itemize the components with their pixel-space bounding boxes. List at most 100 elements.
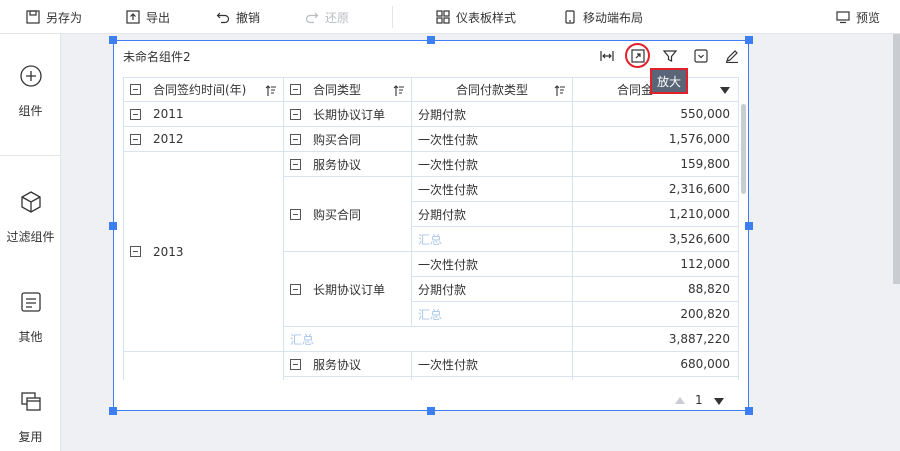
resize-handle[interactable] (745, 222, 753, 230)
payment-cell: 分期付款 (412, 202, 573, 227)
row-header-year[interactable]: 2013 (123, 152, 284, 352)
row-header-type (284, 377, 412, 380)
column-header-label: 合同金 (617, 83, 654, 97)
amount-cell: 3,887,220 (573, 327, 739, 352)
sidebar-item-reuse[interactable]: 复用 (0, 390, 61, 445)
mobile-layout-button[interactable]: 移动端布局 (563, 0, 643, 34)
sort-icon[interactable] (393, 85, 405, 97)
row-header-type[interactable]: 购买合同 (284, 127, 412, 152)
dashboard-style-button[interactable]: 仪表板样式 (436, 0, 516, 34)
fit-width-icon[interactable] (598, 47, 616, 65)
resize-handle[interactable] (427, 36, 435, 44)
filter-icon[interactable] (661, 47, 679, 65)
resize-handle[interactable] (745, 407, 753, 415)
row-header-year[interactable]: 2012 (123, 127, 284, 152)
caret-down-icon[interactable] (720, 87, 730, 95)
column-header-label: 合同类型 (313, 83, 362, 97)
type-label: 长期协议订单 (313, 282, 386, 297)
redo-label: 还原 (325, 10, 350, 25)
amount-cell: 3,526,600 (573, 227, 739, 252)
row-header-year[interactable]: 2011 (123, 102, 284, 127)
payment-cell: 分期付款 (412, 102, 573, 127)
export-label: 导出 (146, 10, 171, 25)
resize-handle[interactable] (427, 407, 435, 415)
page-up-icon[interactable] (675, 397, 685, 404)
sidebar-item-filter-components[interactable]: 过滤组件 (0, 190, 61, 245)
year-label: 2011 (153, 107, 184, 121)
amount-cell: 550,000 (573, 102, 739, 127)
row-header-type[interactable]: 长期协议订单 (284, 252, 412, 327)
edit-pencil-icon[interactable] (723, 47, 741, 65)
resize-handle[interactable] (109, 36, 117, 44)
sidebar-item-label: 复用 (18, 430, 43, 444)
widget-title: 未命名组件2 (123, 50, 191, 64)
collapse-icon[interactable] (290, 108, 301, 120)
collapse-icon[interactable] (290, 133, 301, 145)
sidebar-item-components[interactable]: 组件 (0, 64, 61, 119)
mobile-layout-label: 移动端布局 (583, 10, 644, 25)
undo-icon (216, 12, 230, 24)
dashboard-style-label: 仪表板样式 (456, 10, 517, 25)
collapse-icon[interactable] (130, 84, 141, 95)
table-scrollbar[interactable] (741, 104, 746, 194)
resize-handle[interactable] (745, 36, 753, 44)
row-header-type[interactable]: 长期协议订单 (284, 102, 412, 127)
dropdown-box-icon[interactable] (692, 47, 710, 65)
payment-cell: 一次性付款 (412, 252, 573, 277)
resize-handle[interactable] (109, 407, 117, 415)
stacked-windows-icon (20, 392, 41, 411)
amount-cell: 88,820 (573, 277, 739, 302)
row-header-type[interactable]: 服务协议 (284, 152, 412, 177)
column-header-type[interactable]: 合同类型 (284, 77, 412, 102)
payment-cell: 分期付款 (412, 277, 573, 302)
row-header-type[interactable]: 服务协议 (284, 352, 412, 377)
year-label: 2013 (153, 244, 184, 259)
save-as-button[interactable]: 另存为 (26, 0, 82, 34)
sort-icon[interactable] (554, 85, 566, 97)
amount-cell: 680,000 (573, 352, 739, 377)
undo-label: 撤销 (236, 10, 261, 25)
collapse-icon[interactable] (130, 246, 141, 257)
highlight-ring (625, 43, 650, 68)
collapse-icon[interactable] (130, 133, 141, 145)
page-down-icon[interactable] (714, 398, 724, 405)
amount-cell: 1,576,000 (573, 127, 739, 152)
amount-cell: 159,800 (573, 152, 739, 177)
collapse-icon[interactable] (290, 283, 301, 295)
page-scrollbar[interactable] (893, 34, 900, 284)
payment-cell: 一次性付款 (412, 152, 573, 177)
redo-icon (305, 12, 319, 24)
resize-handle[interactable] (109, 222, 117, 230)
type-label: 购买合同 (313, 207, 362, 222)
column-header-payment[interactable]: 合同付款类型 (412, 77, 573, 102)
type-label: 服务协议 (313, 357, 362, 372)
column-header-label: 合同付款类型 (455, 83, 528, 97)
collapse-icon[interactable] (290, 158, 301, 170)
page-number: 1 (695, 393, 703, 407)
save-icon (26, 10, 40, 24)
year-label: 2012 (153, 132, 184, 146)
column-header-year[interactable]: 合同签约时间(年) (123, 77, 284, 102)
subtotal-label: 汇总 (412, 302, 573, 327)
amount-cell: 200,820 (573, 302, 739, 327)
monitor-icon (836, 11, 850, 24)
collapse-icon[interactable] (290, 358, 301, 370)
sidebar-item-label: 组件 (18, 104, 43, 118)
pivot-table: 合同签约时间(年) 合同类型 合同付款类型 合同金 额(求和) 2011 201… (123, 77, 739, 380)
row-header-type[interactable]: 购买合同 (284, 177, 412, 252)
row-header-year[interactable] (123, 352, 284, 380)
sidebar-item-other[interactable]: 其他 (0, 290, 61, 345)
collapse-icon[interactable] (290, 208, 301, 220)
left-sidebar: 组件 过滤组件 其他 复用 (0, 34, 61, 451)
export-button[interactable]: 导出 (126, 0, 170, 34)
sort-icon[interactable] (265, 85, 277, 97)
grid-icon (436, 10, 450, 24)
collapse-icon[interactable] (290, 84, 301, 95)
redo-button[interactable]: 还原 (305, 0, 349, 34)
collapse-icon[interactable] (130, 108, 141, 120)
sidebar-item-label: 过滤组件 (6, 230, 55, 244)
preview-button[interactable]: 预览 (836, 0, 880, 34)
preview-label: 预览 (856, 10, 881, 25)
text-box-icon (20, 292, 41, 312)
undo-button[interactable]: 撤销 (216, 0, 260, 34)
